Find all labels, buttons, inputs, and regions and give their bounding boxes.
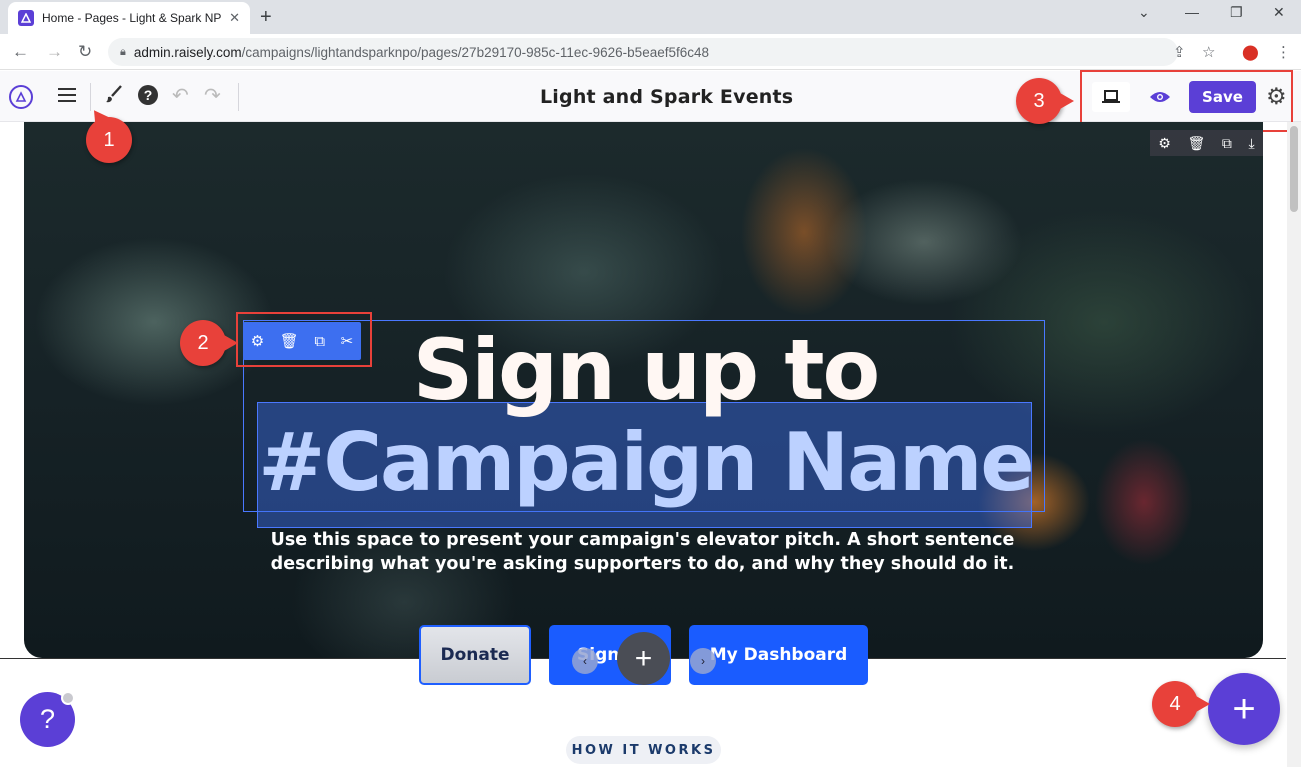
tab-search-icon[interactable]: ⌄ — [1138, 4, 1150, 21]
lock-icon: 🔒︎ — [120, 45, 126, 58]
gear-icon[interactable]: ⚙ — [1158, 135, 1171, 152]
hero-headline-line2[interactable]: #Campaign Name — [258, 413, 1034, 513]
hamburger-icon[interactable] — [56, 84, 78, 112]
close-window-icon[interactable]: ✕ — [1273, 4, 1285, 21]
save-button[interactable]: Save — [1189, 81, 1256, 113]
hero-headline-line1[interactable]: Sign up to — [258, 322, 1033, 418]
scrollbar[interactable] — [1287, 122, 1301, 767]
download-icon[interactable]: ⤓ — [1248, 135, 1254, 152]
url-host: admin.raisely.com — [133, 44, 242, 60]
add-section-plus-icon[interactable]: + — [1208, 673, 1280, 745]
url-field[interactable]: 🔒︎ admin.raisely.com/campaigns/lightands… — [108, 38, 1178, 66]
status-dot — [61, 691, 75, 705]
add-block-plus-icon[interactable]: + — [617, 632, 670, 685]
address-bar: ← → ↻ 🔒︎ admin.raisely.com/campaigns/lig… — [0, 34, 1301, 70]
callout-4: 4 — [1152, 681, 1210, 727]
bookmark-star-icon[interactable]: ☆ — [1202, 43, 1215, 61]
extension-icon[interactable]: ⬤ — [1242, 43, 1259, 61]
my-dashboard-button[interactable]: My Dashboard — [689, 625, 868, 685]
reload-icon[interactable]: ↻ — [78, 42, 92, 62]
editor-toolbar: ? ↶ ↷ Light and Spark Events Save ⚙ — [0, 71, 1301, 122]
brush-icon[interactable] — [104, 84, 124, 110]
callout-2: 2 — [180, 320, 238, 366]
url-text: admin.raisely.com/campaigns/lightandspar… — [134, 45, 709, 60]
help-icon[interactable]: ? — [137, 84, 159, 112]
settings-gear-icon[interactable]: ⚙ — [1266, 83, 1287, 110]
duplicate-icon[interactable]: ⧉ — [314, 333, 325, 350]
how-it-works-label: HOW IT WORKS — [566, 736, 721, 764]
toolbar-divider — [238, 83, 239, 111]
browser-tab-strip: Home - Pages - Light & Spark NPO ✕ + ⌄ —… — [0, 0, 1301, 34]
raisely-logo-icon[interactable] — [9, 85, 33, 109]
eye-icon — [1150, 92, 1170, 102]
donate-button[interactable]: Donate — [419, 625, 531, 685]
callout-1: 1 — [86, 117, 132, 163]
section-toolbar: ⚙ 🗑︎ ⧉ ⤓ — [1150, 130, 1263, 156]
gear-icon[interactable]: ⚙ — [251, 332, 264, 350]
share-icon[interactable]: ⇪ — [1173, 43, 1186, 61]
redo-icon[interactable]: ↷ — [204, 84, 221, 108]
drag-handle-icon[interactable]: ‹ — [572, 648, 598, 674]
new-tab-icon[interactable]: + — [260, 6, 272, 29]
hero-pitch-text[interactable]: Use this space to present your campaign'… — [240, 528, 1045, 576]
drag-handle-icon[interactable]: › — [690, 648, 716, 674]
trash-icon[interactable]: 🗑︎ — [1187, 135, 1205, 152]
svg-text:?: ? — [144, 87, 153, 103]
desktop-view-button[interactable] — [1092, 82, 1130, 112]
raisely-favicon-icon — [18, 10, 34, 26]
undo-icon[interactable]: ↶ — [172, 84, 189, 108]
trash-icon[interactable]: 🗑︎ — [280, 332, 299, 350]
scrollbar-thumb[interactable] — [1290, 126, 1298, 212]
tab-title: Home - Pages - Light & Spark NPO — [42, 11, 222, 25]
back-icon[interactable]: ← — [12, 42, 29, 62]
callout-3: 3 — [1016, 78, 1074, 124]
page-title: Light and Spark Events — [540, 86, 794, 108]
laptop-icon — [1102, 90, 1120, 103]
forward-icon[interactable]: → — [46, 42, 63, 62]
browser-tab[interactable]: Home - Pages - Light & Spark NPO ✕ — [8, 2, 250, 34]
toolbar-divider — [90, 83, 91, 111]
minimize-icon[interactable]: — — [1185, 4, 1199, 20]
scissors-icon[interactable]: ✂ — [341, 332, 354, 350]
preview-button[interactable] — [1143, 82, 1177, 112]
duplicate-icon[interactable]: ⧉ — [1222, 135, 1232, 152]
restore-icon[interactable]: ❐ — [1230, 4, 1243, 21]
block-toolbar: ⚙ 🗑︎ ⧉ ✂ — [243, 322, 361, 360]
close-tab-icon[interactable]: ✕ — [229, 10, 240, 26]
browser-menu-icon[interactable]: ⋮ — [1276, 43, 1291, 61]
url-path: /campaigns/lightandsparknpo/pages/27b291… — [241, 44, 710, 60]
